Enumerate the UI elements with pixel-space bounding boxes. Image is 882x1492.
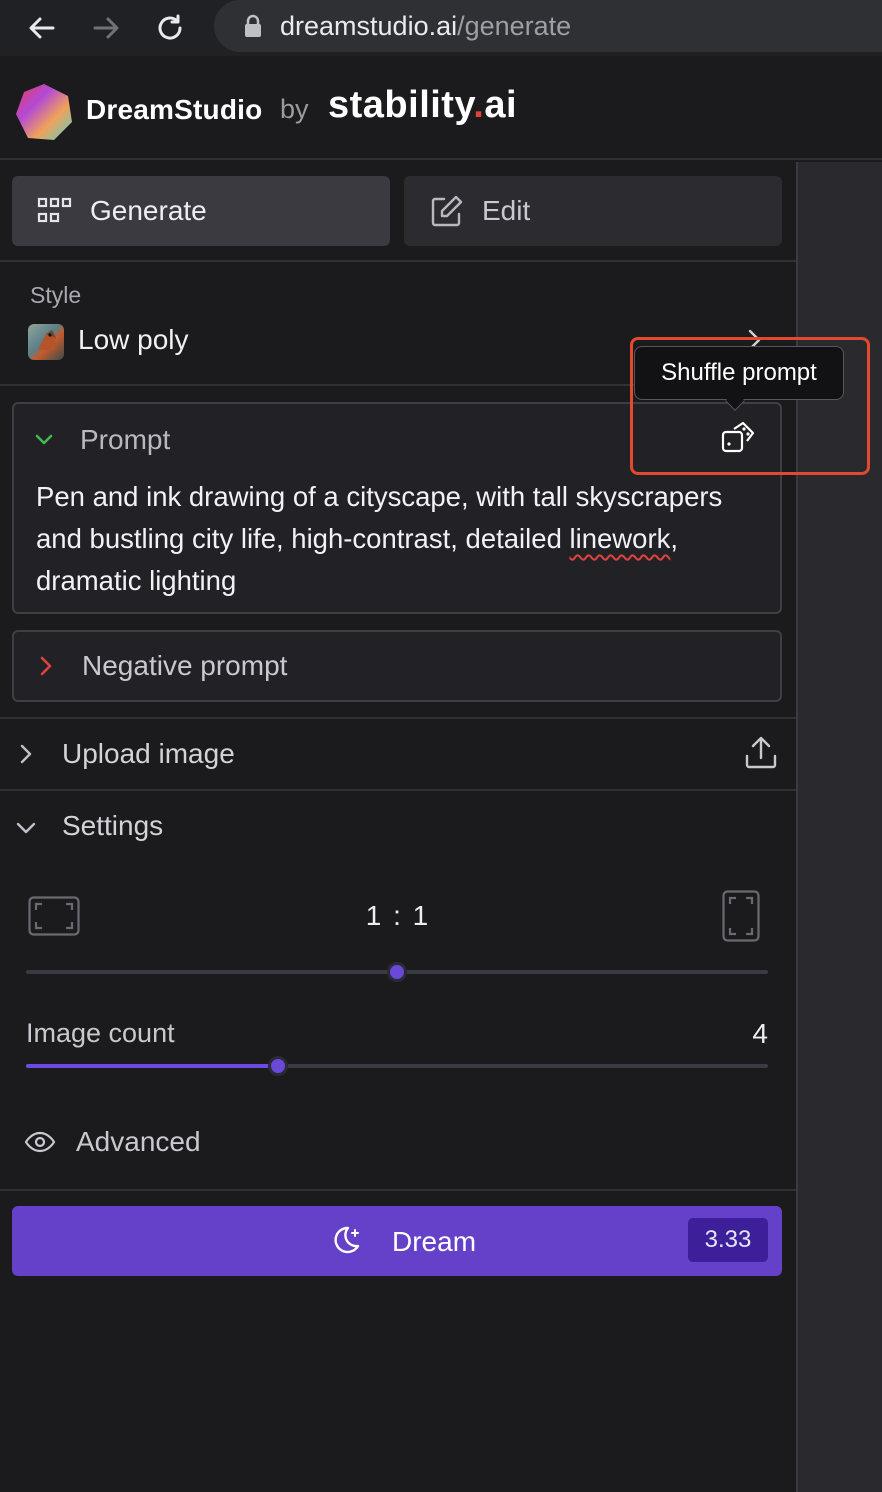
tab-generate[interactable]: Generate (12, 176, 390, 246)
image-count-label: Image count (26, 1018, 175, 1048)
style-label: Style (30, 282, 82, 308)
browser-toolbar: dreamstudio.ai/generate (0, 0, 882, 56)
credit-cost-badge: 3.33 (688, 1218, 768, 1262)
address-bar[interactable]: dreamstudio.ai/generate (214, 0, 882, 52)
eye-icon[interactable] (24, 1126, 56, 1158)
image-count-slider-fill (26, 1064, 279, 1068)
portrait-aspect-icon[interactable] (722, 890, 760, 942)
chevron-right-icon[interactable] (34, 654, 58, 678)
forward-button[interactable] (86, 8, 126, 48)
tab-edit-label: Edit (482, 195, 531, 226)
misspelled-word: linework (569, 523, 671, 554)
style-value[interactable]: Low poly (78, 324, 189, 356)
tab-generate-label: Generate (90, 195, 207, 226)
dream-button-label: Dream (392, 1226, 477, 1257)
reload-icon (158, 14, 182, 40)
aspect-ratio-slider-thumb[interactable] (387, 962, 407, 982)
chevron-down-icon[interactable] (32, 428, 56, 452)
brand-name: DreamStudio (86, 94, 263, 125)
image-count-value: 4 (752, 1018, 768, 1049)
divider (0, 789, 796, 791)
tab-edit[interactable]: Edit (404, 176, 782, 246)
negative-prompt-section[interactable]: Negative prompt (12, 630, 782, 702)
landscape-aspect-icon[interactable] (28, 896, 80, 936)
upload-icon[interactable] (744, 736, 778, 770)
back-button[interactable] (22, 8, 62, 48)
brand-by: by (280, 94, 309, 124)
prompt-title: Prompt (80, 424, 171, 455)
stability-logo: stability.ai (328, 84, 518, 126)
dream-button[interactable]: Dream 3.33 (12, 1206, 782, 1276)
negative-prompt-title: Negative prompt (82, 650, 288, 681)
url-path: /generate (457, 10, 572, 41)
moon-stars-icon (334, 1226, 360, 1254)
upload-image-title: Upload image (62, 738, 235, 769)
prompt-input[interactable]: Pen and ink drawing of a cityscape, with… (36, 476, 766, 602)
lock-icon (238, 11, 268, 41)
dreamstudio-logo-icon (16, 84, 72, 140)
annotation-highlight-box (630, 337, 870, 475)
aspect-ratio-slider[interactable] (26, 962, 768, 982)
divider (0, 1189, 796, 1191)
grid-icon (36, 192, 74, 230)
url-host: dreamstudio.ai (280, 10, 458, 41)
back-arrow-icon (29, 17, 55, 39)
chevron-down-icon[interactable] (14, 816, 38, 840)
aspect-ratio-value: 1 : 1 (365, 900, 431, 931)
image-count-slider[interactable] (26, 1056, 768, 1076)
image-count-slider-thumb[interactable] (268, 1056, 289, 1076)
advanced-toggle[interactable]: Advanced (76, 1126, 201, 1158)
app-header: DreamStudio by stability.ai (0, 64, 882, 160)
divider (0, 260, 796, 262)
chevron-right-icon[interactable] (14, 742, 38, 766)
reload-button[interactable] (150, 8, 190, 48)
upload-image-row[interactable]: Upload image (0, 718, 796, 790)
style-thumbnail (28, 324, 64, 360)
settings-title[interactable]: Settings (62, 810, 163, 842)
edit-icon (428, 192, 466, 230)
forward-arrow-icon (93, 17, 119, 39)
